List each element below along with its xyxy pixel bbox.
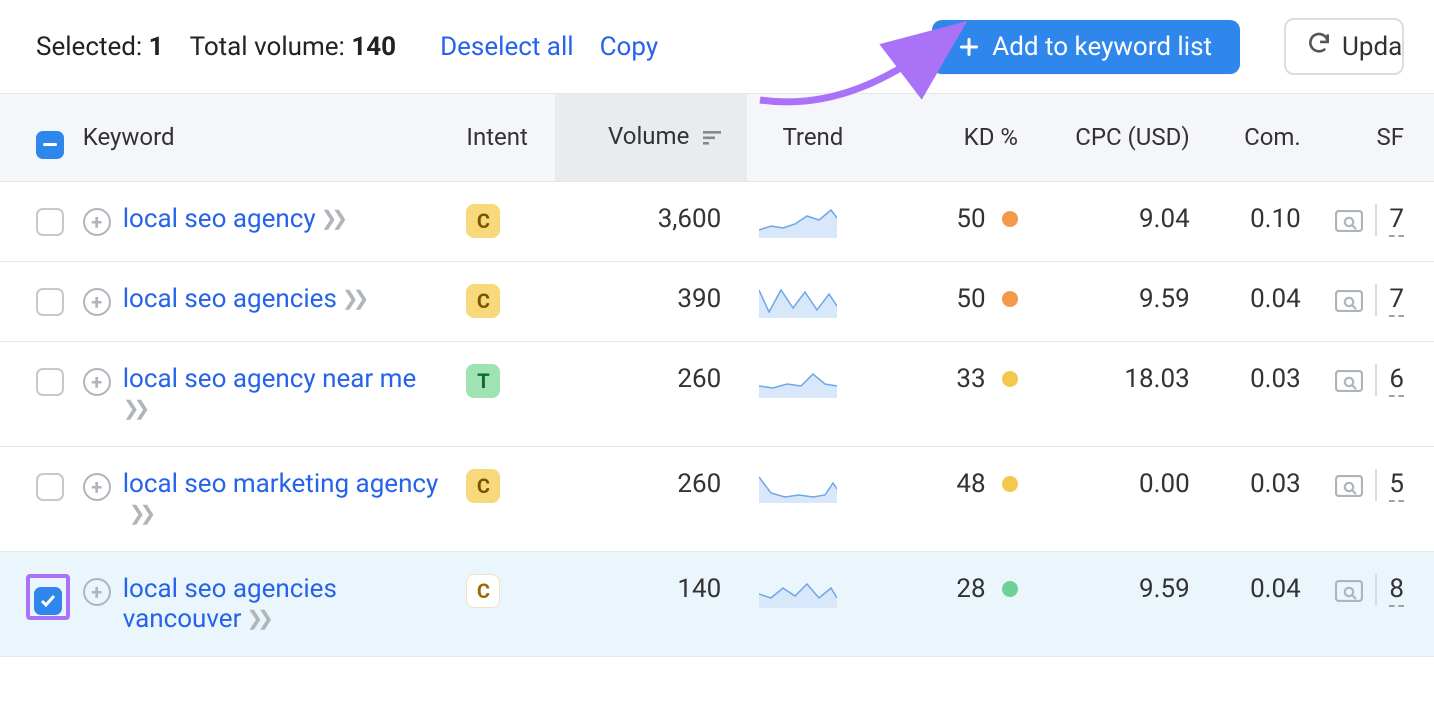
intent-badge[interactable]: C [466,284,500,318]
row-checkbox[interactable] [36,208,64,236]
keywords-table: Keyword Intent Volume Trend KD % CPC (US… [0,93,1434,657]
selected-count-label: Selected: 1 [36,32,164,62]
intent-badge[interactable]: C [466,204,500,238]
col-kd[interactable]: KD % [879,94,1030,182]
keyword-link[interactable]: local seo agencies [123,284,337,314]
sort-desc-icon [703,124,721,152]
keyword-link[interactable]: local seo agencies vancouver [123,574,337,634]
difficulty-dot-icon [1002,211,1018,227]
total-volume-label: Total volume: 140 [190,32,397,62]
refresh-icon [1306,30,1332,63]
difficulty-dot-icon [1002,476,1018,492]
sf-count[interactable]: 6 [1389,364,1404,397]
col-volume[interactable]: Volume [555,94,747,182]
intent-badge[interactable]: C [466,469,500,503]
row-checkbox[interactable] [36,368,64,396]
chevron-right-icon: ❯❯ [123,396,145,420]
col-keyword[interactable]: Keyword [71,94,455,182]
update-button[interactable]: Upda [1284,18,1404,75]
sf-count[interactable]: 8 [1389,574,1404,607]
trend-sparkline [759,284,837,318]
serp-features-icon[interactable] [1335,474,1363,496]
trend-sparkline [759,204,837,238]
row-checkbox[interactable] [36,473,64,501]
chevron-right-icon: ❯❯ [129,501,151,525]
col-cpc[interactable]: CPC (USD) [1030,94,1202,182]
col-sf[interactable]: SF [1313,94,1434,182]
kd-value: 48 [891,469,1018,499]
kd-value: 28 [891,574,1018,604]
expand-icon[interactable]: + [83,368,111,396]
chevron-right-icon: ❯❯ [322,206,342,230]
intent-badge[interactable]: C [466,574,500,608]
kd-value: 33 [891,364,1018,394]
sf-count[interactable]: 5 [1389,469,1404,502]
chevron-right-icon: ❯❯ [343,286,363,310]
table-row: +local seo agencies ❯❯C39050 9.590.047 [0,261,1434,341]
plus-icon [960,38,978,56]
row-checkbox[interactable] [34,587,62,615]
expand-icon[interactable]: + [83,473,111,501]
deselect-all-link[interactable]: Deselect all [440,32,574,62]
serp-features-icon[interactable] [1335,579,1363,601]
trend-sparkline [759,364,837,398]
table-row: +local seo marketing agency ❯❯C26048 0.0… [0,446,1434,551]
sf-count[interactable]: 7 [1389,284,1404,317]
keyword-link[interactable]: local seo marketing agency [123,469,439,499]
table-row: +local seo agencies vancouver ❯❯C14028 9… [0,551,1434,656]
chevron-right-icon: ❯❯ [247,606,267,630]
expand-icon[interactable]: + [83,288,111,316]
keyword-link[interactable]: local seo agency near me [123,364,417,394]
kd-value: 50 [891,284,1018,314]
col-intent[interactable]: Intent [454,94,555,182]
table-row: +local seo agency near me ❯❯T26033 18.03… [0,341,1434,446]
update-button-label: Upda [1342,32,1402,62]
difficulty-dot-icon [1002,291,1018,307]
kd-value: 50 [891,204,1018,234]
difficulty-dot-icon [1002,371,1018,387]
select-all-checkbox[interactable] [36,131,64,159]
intent-badge[interactable]: T [466,364,500,398]
serp-features-icon[interactable] [1335,369,1363,391]
row-checkbox[interactable] [36,288,64,316]
sf-count[interactable]: 7 [1389,204,1404,237]
expand-icon[interactable]: + [83,578,111,606]
col-trend[interactable]: Trend [747,94,878,182]
trend-sparkline [759,469,837,503]
keyword-link[interactable]: local seo agency [123,204,316,234]
add-button-label: Add to keyword list [992,32,1212,62]
serp-features-icon[interactable] [1335,289,1363,311]
toolbar: Selected: 1 Total volume: 140 Deselect a… [0,0,1434,93]
add-to-keyword-list-button[interactable]: Add to keyword list [932,20,1240,74]
copy-link[interactable]: Copy [600,32,659,62]
serp-features-icon[interactable] [1335,209,1363,231]
checkbox-highlight [26,574,70,620]
trend-sparkline [759,574,837,608]
table-row: +local seo agency ❯❯C3,60050 9.040.107 [0,181,1434,261]
expand-icon[interactable]: + [83,208,111,236]
col-com[interactable]: Com. [1202,94,1313,182]
difficulty-dot-icon [1002,581,1018,597]
